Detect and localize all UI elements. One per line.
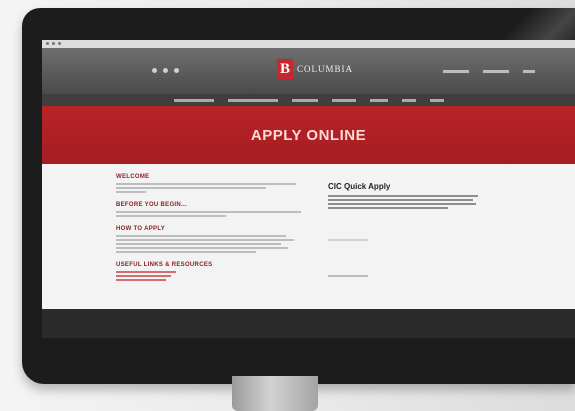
nav-item[interactable] <box>227 98 278 102</box>
main-content: WELCOME BEFORE YOU BEGIN... HOW TO APPLY <box>42 164 575 309</box>
hero-banner: APPLY ONLINE <box>42 106 575 164</box>
section-how-to-apply: HOW TO APPLY <box>116 226 306 253</box>
logo-mark: B <box>277 59 293 79</box>
logo-text: COLUMBIA <box>297 64 354 74</box>
resource-link[interactable] <box>116 279 166 281</box>
window-controls[interactable] <box>46 42 61 45</box>
nav-item[interactable] <box>173 98 214 102</box>
form-field[interactable] <box>328 275 368 277</box>
header-link[interactable] <box>483 70 509 73</box>
page-footer <box>42 309 575 338</box>
main-nav <box>42 94 575 106</box>
os-menu-bar <box>42 40 575 48</box>
section-welcome: WELCOME <box>116 174 306 193</box>
section-heading: HOW TO APPLY <box>116 226 166 232</box>
header-links[interactable] <box>443 70 535 73</box>
section-useful-links: USEFUL LINKS & RESOURCES <box>116 262 306 281</box>
nav-item[interactable] <box>331 98 356 102</box>
section-before-you-begin: BEFORE YOU BEGIN... <box>116 202 306 217</box>
site-header: B COLUMBIA <box>42 48 575 94</box>
nav-item[interactable] <box>369 98 388 102</box>
section-heading: USEFUL LINKS & RESOURCES <box>116 262 213 268</box>
header-link[interactable] <box>523 70 535 73</box>
site-logo[interactable]: B COLUMBIA <box>277 59 353 79</box>
monitor-stand <box>232 376 318 411</box>
form-field[interactable] <box>328 239 368 241</box>
screen: B COLUMBIA APPLY ONLINE WELCOME BEFORE Y… <box>42 40 575 338</box>
nav-item[interactable] <box>291 98 318 102</box>
section-heading: BEFORE YOU BEGIN... <box>116 202 187 208</box>
resource-link[interactable] <box>116 275 171 277</box>
nav-item[interactable] <box>401 98 416 102</box>
quick-apply-panel: CIC Quick Apply <box>328 182 478 279</box>
section-heading: WELCOME <box>116 174 150 180</box>
monitor: B COLUMBIA APPLY ONLINE WELCOME BEFORE Y… <box>22 8 575 384</box>
header-controls[interactable] <box>152 68 179 73</box>
quick-apply-heading: CIC Quick Apply <box>328 182 391 191</box>
resource-link[interactable] <box>116 271 176 273</box>
nav-item[interactable] <box>429 98 444 102</box>
header-link[interactable] <box>443 70 469 73</box>
page-title: APPLY ONLINE <box>250 126 367 144</box>
left-column: WELCOME BEFORE YOU BEGIN... HOW TO APPLY <box>116 174 306 290</box>
